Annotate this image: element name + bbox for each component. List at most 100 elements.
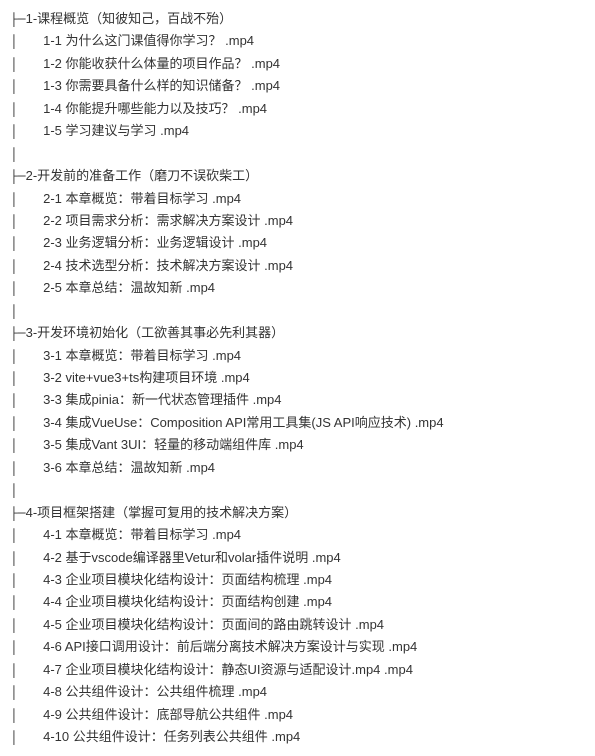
indent (18, 258, 43, 273)
item-name: 企业项目模块化结构设计：页面结构创建 (66, 594, 304, 609)
item-name: API接口调用设计：前后端分离技术解决方案设计与实现 (65, 639, 389, 654)
file-item: │ 4-7 企业项目模块化结构设计：静态UI资源与适配设计.mp4 .mp4 (10, 659, 585, 681)
file-item: │ 1-1 为什么这门课值得你学习？ .mp4 (10, 30, 585, 52)
tree-pipe-icon: │ (10, 685, 18, 700)
item-name: 本章概览：带着目标学习 (66, 191, 213, 206)
file-item: │ 1-5 学习建议与学习 .mp4 (10, 120, 585, 142)
item-number: 4-9 (43, 707, 65, 722)
indent (18, 392, 43, 407)
item-ext: .mp4 (212, 348, 241, 363)
tree-pipe-icon: │ (10, 124, 18, 139)
tree-pipe-icon: │ (10, 34, 18, 49)
chapter-number: 3- (26, 325, 38, 340)
tree-pipe-icon: │ (10, 304, 18, 319)
tree-pipe-icon: │ (10, 730, 18, 745)
item-name: 公共组件设计：公共组件梳理 (66, 684, 239, 699)
item-ext: .mp4 (238, 101, 267, 116)
chapter-number: 1- (26, 11, 38, 26)
file-item: │ 3-1 本章概览：带着目标学习 .mp4 (10, 345, 585, 367)
tree-pipe-icon: │ (10, 259, 18, 274)
file-item: │ 2-2 项目需求分析：需求解决方案设计 .mp4 (10, 210, 585, 232)
tree-spacer: │ (10, 479, 585, 501)
item-number: 2-5 (43, 280, 65, 295)
file-item: │ 1-2 你能收获什么体量的项目作品？ .mp4 (10, 53, 585, 75)
chapter-title: 开发环境初始化（工欲善其事必先利其器） (37, 325, 284, 340)
indent (18, 235, 43, 250)
file-item: │ 4-8 公共组件设计：公共组件梳理 .mp4 (10, 681, 585, 703)
chapter-header: ├─2-开发前的准备工作（磨刀不误砍柴工） (10, 165, 585, 187)
indent (18, 639, 43, 654)
item-name: 本章总结：温故知新 (66, 280, 187, 295)
file-item: │ 2-3 业务逻辑分析：业务逻辑设计 .mp4 (10, 232, 585, 254)
item-number: 4-4 (43, 594, 65, 609)
file-item: │ 4-5 企业项目模块化结构设计：页面间的路由跳转设计 .mp4 (10, 614, 585, 636)
item-number: 4-7 (43, 662, 65, 677)
file-item: │ 4-4 企业项目模块化结构设计：页面结构创建 .mp4 (10, 591, 585, 613)
file-item: │ 4-2 基于vscode编译器里Vetur和volar插件说明 .mp4 (10, 547, 585, 569)
item-number: 2-4 (43, 258, 65, 273)
item-ext: .mp4 (160, 123, 189, 138)
item-name: 集成pinia：新一代状态管理插件 (66, 392, 253, 407)
chapter-title: 课程概览（知彼知己，百战不殆） (37, 11, 232, 26)
item-number: 3-5 (43, 437, 65, 452)
file-item: │ 4-1 本章概览：带着目标学习 .mp4 (10, 524, 585, 546)
indent (18, 460, 43, 475)
indent (18, 684, 43, 699)
item-ext: .mp4 (253, 392, 282, 407)
file-item: │ 4-3 企业项目模块化结构设计：页面结构梳理 .mp4 (10, 569, 585, 591)
item-number: 1-4 (43, 101, 65, 116)
tree-pipe-icon: │ (10, 393, 18, 408)
item-name: 公共组件设计：底部导航公共组件 (66, 707, 265, 722)
tree-pipe-icon: │ (10, 79, 18, 94)
item-ext: .mp4 (212, 527, 241, 542)
item-ext: .mp4 (388, 639, 417, 654)
item-number: 3-4 (43, 415, 65, 430)
chapter-number: 4- (26, 505, 38, 520)
file-item: │ 2-1 本章概览：带着目标学习 .mp4 (10, 188, 585, 210)
file-item: │ 4-6 API接口调用设计：前后端分离技术解决方案设计与实现 .mp4 (10, 636, 585, 658)
tree-pipe-icon: │ (10, 663, 18, 678)
indent (18, 101, 43, 116)
item-ext: .mp4 (384, 662, 413, 677)
item-number: 4-5 (43, 617, 65, 632)
tree-pipe-icon: │ (10, 236, 18, 251)
file-item: │ 4-9 公共组件设计：底部导航公共组件 .mp4 (10, 704, 585, 726)
item-name: 集成VueUse：Composition API常用工具集(JS API响应技术… (66, 415, 415, 430)
item-number: 3-6 (43, 460, 65, 475)
item-number: 3-3 (43, 392, 65, 407)
chapter-title: 项目框架搭建（掌握可复用的技术解决方案） (37, 505, 297, 520)
file-item: │ 3-6 本章总结：温故知新 .mp4 (10, 457, 585, 479)
indent (18, 191, 43, 206)
item-ext: .mp4 (212, 191, 241, 206)
file-item: │ 3-4 集成VueUse：Composition API常用工具集(JS A… (10, 412, 585, 434)
file-tree: ├─1-课程概览（知彼知己，百战不殆）│ 1-1 为什么这门课值得你学习？ .m… (10, 8, 585, 748)
item-number: 3-2 (43, 370, 65, 385)
item-name: 企业项目模块化结构设计：页面结构梳理 (66, 572, 304, 587)
item-ext: .mp4 (186, 280, 215, 295)
file-item: │ 2-5 本章总结：温故知新 .mp4 (10, 277, 585, 299)
indent (18, 707, 43, 722)
item-number: 2-2 (43, 213, 65, 228)
file-item: │ 1-4 你能提升哪些能力以及技巧？ .mp4 (10, 98, 585, 120)
tree-pipe-icon: │ (10, 438, 18, 453)
indent (18, 572, 43, 587)
indent (18, 280, 43, 295)
item-ext: .mp4 (238, 684, 267, 699)
item-ext: .mp4 (303, 594, 332, 609)
item-ext: .mp4 (355, 617, 384, 632)
item-ext: .mp4 (251, 78, 280, 93)
indent (18, 370, 43, 385)
tree-pipe-icon: │ (10, 192, 18, 207)
tree-pipe-icon: │ (10, 371, 18, 386)
item-number: 4-8 (43, 684, 65, 699)
tree-pipe-icon: │ (10, 483, 18, 498)
tree-pipe-icon: │ (10, 214, 18, 229)
item-name: 本章总结：温故知新 (66, 460, 187, 475)
indent (18, 33, 43, 48)
item-number: 1-3 (43, 78, 65, 93)
tree-pipe-icon: │ (10, 57, 18, 72)
item-ext: .mp4 (221, 370, 250, 385)
file-item: │ 2-4 技术选型分析：技术解决方案设计 .mp4 (10, 255, 585, 277)
item-name: 为什么这门课值得你学习？ (66, 33, 226, 48)
indent (18, 617, 43, 632)
